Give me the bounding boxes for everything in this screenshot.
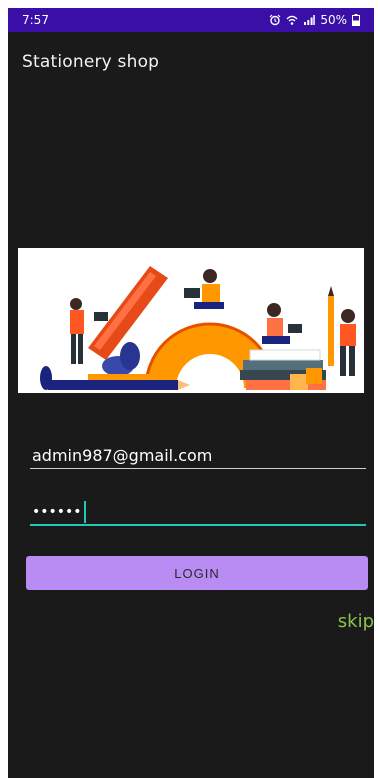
wifi-icon — [286, 14, 298, 26]
email-value: admin987@gmail.com — [32, 446, 213, 465]
signal-icon — [303, 14, 316, 26]
password-value: •••••• — [32, 504, 82, 520]
app-screen: 7:57 50% Stationery shop admin987@gmail.… — [8, 8, 374, 778]
alarm-icon — [269, 14, 281, 26]
status-icons: 50% — [269, 8, 364, 32]
battery-percent: 50% — [320, 13, 347, 27]
text-cursor — [83, 501, 86, 523]
stationery-illustration — [18, 248, 364, 393]
login-button[interactable]: LOGIN — [26, 556, 368, 590]
email-field[interactable]: admin987@gmail.com — [30, 444, 366, 469]
skip-link[interactable]: skip — [338, 611, 374, 632]
password-field[interactable]: •••••• — [30, 500, 366, 526]
page-title: Stationery shop — [22, 52, 160, 72]
battery-icon — [352, 14, 364, 26]
status-bar: 7:57 50% — [8, 8, 374, 32]
status-time: 7:57 — [22, 13, 49, 27]
